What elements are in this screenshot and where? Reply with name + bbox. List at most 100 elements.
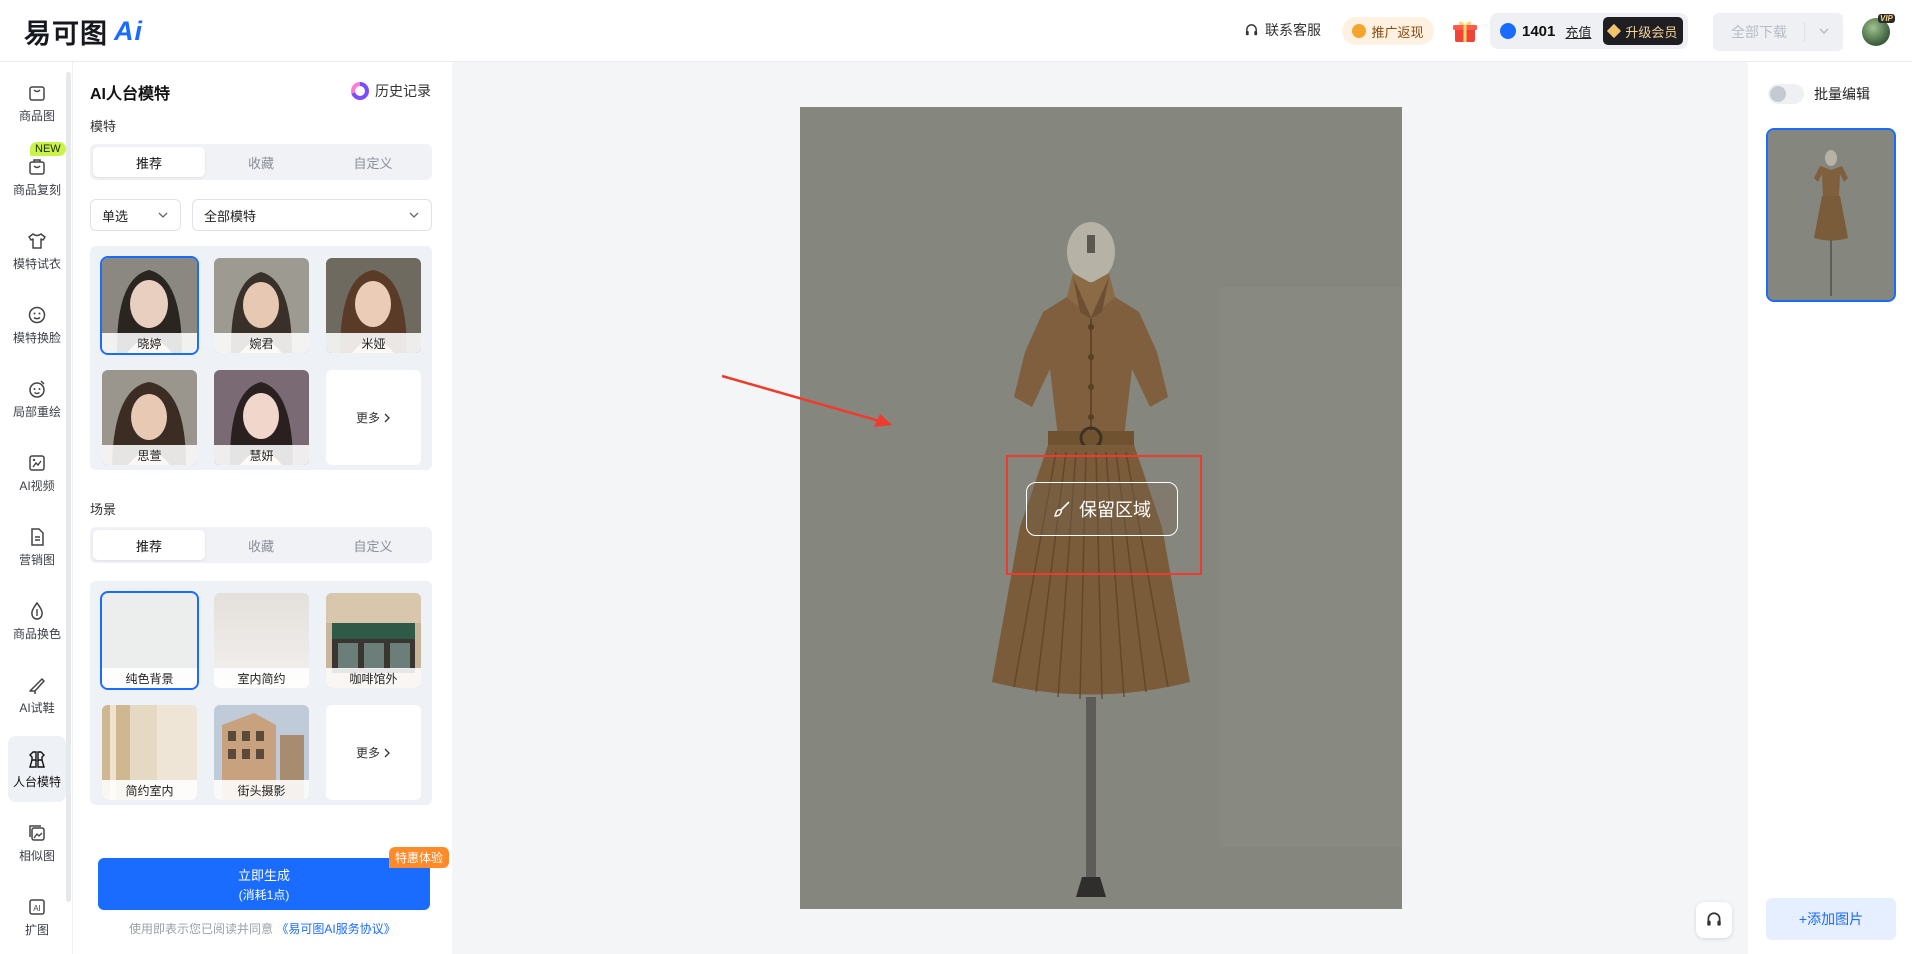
tshirt-icon	[28, 232, 46, 249]
sidebar-item-label: 商品图	[18, 108, 55, 123]
model-filter-select[interactable]: 全部模特	[192, 199, 432, 231]
agreement-prefix: 使用即表示您已阅读并同意	[129, 922, 274, 936]
history-label: 历史记录	[375, 83, 431, 99]
sidebar-item-label: 局部重绘	[12, 404, 61, 419]
video-icon	[29, 454, 45, 471]
more-models-button[interactable]: 更多	[326, 370, 421, 465]
sidebar-item-similar[interactable]: 相似图	[8, 810, 66, 876]
credits-box: 1401 充值 升级会员	[1490, 13, 1688, 49]
mannequin-icon	[29, 750, 45, 768]
tab-scene-recommend[interactable]: 推荐	[93, 530, 205, 560]
sidebar-item-ai-video[interactable]: AI视频	[8, 440, 66, 506]
upgrade-member-button[interactable]: 升级会员	[1603, 17, 1684, 45]
customer-service-link[interactable]: 联系客服	[1244, 20, 1321, 40]
keep-area-button[interactable]: 保留区域	[1026, 482, 1178, 536]
face-icon	[28, 306, 46, 323]
annotation-arrow	[721, 374, 892, 427]
settings-panel: AI人台模特 历史记录 模特 推荐 收藏 自定义 单选 全部模特 晓婷 婉君 米…	[72, 62, 452, 954]
download-all-label: 全部下载	[1731, 24, 1787, 40]
more-label: 更多	[355, 411, 380, 425]
sidebar-item-face-swap[interactable]: 模特换脸	[8, 292, 66, 358]
sidebar-item-inpaint[interactable]: 局部重绘	[8, 366, 66, 432]
sidebar-item-model-tryon[interactable]: 模特试衣	[8, 218, 66, 284]
sidebar-item-label: 营销图	[18, 552, 55, 567]
promo-label: 推广返现	[1371, 24, 1424, 40]
top-bar: 易可图 Ai 联系客服 推广返现 1401 充值 升级会员 全部下载 VIP	[0, 0, 1912, 62]
sidebar-item-product-image[interactable]: 商品图	[8, 70, 66, 136]
credit-gem-icon	[1500, 23, 1516, 39]
model-card-wanjun[interactable]: 婉君	[214, 258, 309, 353]
gift-icon[interactable]	[1452, 19, 1478, 43]
face-edit-icon	[29, 379, 45, 398]
model-card-miya[interactable]: 米娅	[326, 258, 421, 353]
logo-text: 易可图	[24, 18, 108, 49]
model-name: 晓婷	[102, 333, 197, 353]
tab-model-favorites[interactable]: 收藏	[205, 147, 317, 177]
agreement-text: 使用即表示您已阅读并同意 《易可图AI服务协议》	[129, 920, 396, 937]
scene-name: 纯色背景	[102, 668, 197, 688]
promo-cashback-button[interactable]: 推广返现	[1342, 17, 1434, 45]
app-logo[interactable]: 易可图 Ai	[24, 14, 143, 49]
sidebar-item-ai-shoe[interactable]: AI试鞋	[8, 662, 66, 728]
sidebar-item-label: 扩图	[24, 922, 49, 937]
scene-card-simple-interior[interactable]: 室内简约	[214, 593, 309, 688]
shopping-bag-icon	[29, 85, 45, 101]
scene-card-minimal-room[interactable]: 简约室内	[102, 705, 197, 800]
tab-model-custom[interactable]: 自定义	[317, 147, 429, 177]
tab-scene-custom[interactable]: 自定义	[317, 530, 429, 560]
scene-card-cafe-exterior[interactable]: 咖啡馆外	[326, 593, 421, 688]
scene-card-solid-background[interactable]: 纯色背景	[100, 591, 199, 690]
image-thumbnail[interactable]	[1766, 128, 1896, 302]
model-name: 慧妍	[214, 445, 309, 465]
generate-button[interactable]: 立即生成 (消耗1点)	[98, 858, 430, 910]
user-avatar[interactable]: VIP	[1862, 14, 1895, 46]
sidebar-item-label: 相似图	[18, 848, 55, 863]
sidebar-scrollbar[interactable]	[66, 72, 71, 902]
scene-name: 街头摄影	[214, 780, 309, 800]
more-scenes-button[interactable]: 更多	[326, 705, 421, 800]
more-label: 更多	[355, 746, 380, 760]
model-card-huiyan[interactable]: 慧妍	[214, 370, 309, 465]
credit-count: 1401	[1522, 22, 1556, 40]
sidebar-item-product-replica[interactable]: 商品复刻	[8, 144, 66, 210]
agreement-link[interactable]: 《易可图AI服务协议》	[276, 922, 395, 936]
sidebar-item-expand[interactable]: AI 扩图	[8, 884, 66, 950]
tab-model-recommend[interactable]: 推荐	[93, 147, 205, 177]
model-grid: 晓婷 婉君 米娅 思萱 慧妍 更多	[90, 246, 432, 470]
color-drop-icon	[31, 601, 43, 620]
recharge-link[interactable]: 充值	[1565, 22, 1591, 41]
generate-cost: (消耗1点)	[238, 888, 290, 902]
support-float-button[interactable]	[1696, 902, 1732, 938]
sidebar-item-label: 商品复刻	[12, 182, 61, 197]
batch-edit-toggle[interactable]	[1768, 84, 1804, 104]
upgrade-label: 升级会员	[1625, 24, 1678, 40]
model-name: 米娅	[326, 333, 421, 353]
customer-service-label: 联系客服	[1265, 22, 1321, 38]
canvas-area: 保留区域	[452, 62, 1748, 954]
vip-badge: VIP	[1878, 14, 1895, 23]
chevron-down-icon	[158, 212, 168, 218]
sidebar-item-marketing[interactable]: 营销图	[8, 514, 66, 580]
download-all-button[interactable]: 全部下载	[1713, 13, 1843, 51]
batch-edit-row: 批量编辑	[1768, 84, 1870, 104]
history-button[interactable]: 历史记录	[351, 81, 431, 101]
chevron-down-icon[interactable]	[1819, 27, 1829, 35]
download-divider	[1804, 22, 1805, 42]
scene-grid: 纯色背景 室内简约 咖啡馆外 简约室内 街头摄影 更多	[90, 581, 432, 805]
tab-scene-favorites[interactable]: 收藏	[205, 530, 317, 560]
sidebar-item-recolor[interactable]: 商品换色	[8, 588, 66, 654]
model-section-label: 模特	[90, 119, 117, 134]
coin-icon	[1352, 24, 1367, 38]
mode-select[interactable]: 单选	[90, 199, 181, 231]
scene-card-street-photo[interactable]: 街头摄影	[214, 705, 309, 800]
generate-label: 立即生成	[237, 868, 290, 883]
headset-icon	[1707, 912, 1721, 926]
model-card-sixuan[interactable]: 思萱	[102, 370, 197, 465]
scene-name: 室内简约	[214, 668, 309, 688]
model-name: 思萱	[102, 445, 197, 465]
image-list-panel: 批量编辑 +添加图片	[1748, 62, 1912, 954]
add-image-button[interactable]: +添加图片	[1766, 898, 1896, 940]
sidebar-item-mannequin[interactable]: 人台模特	[8, 736, 66, 802]
sidebar-item-label: 人台模特	[12, 774, 61, 789]
model-card-xiaoting[interactable]: 晓婷	[100, 256, 199, 355]
